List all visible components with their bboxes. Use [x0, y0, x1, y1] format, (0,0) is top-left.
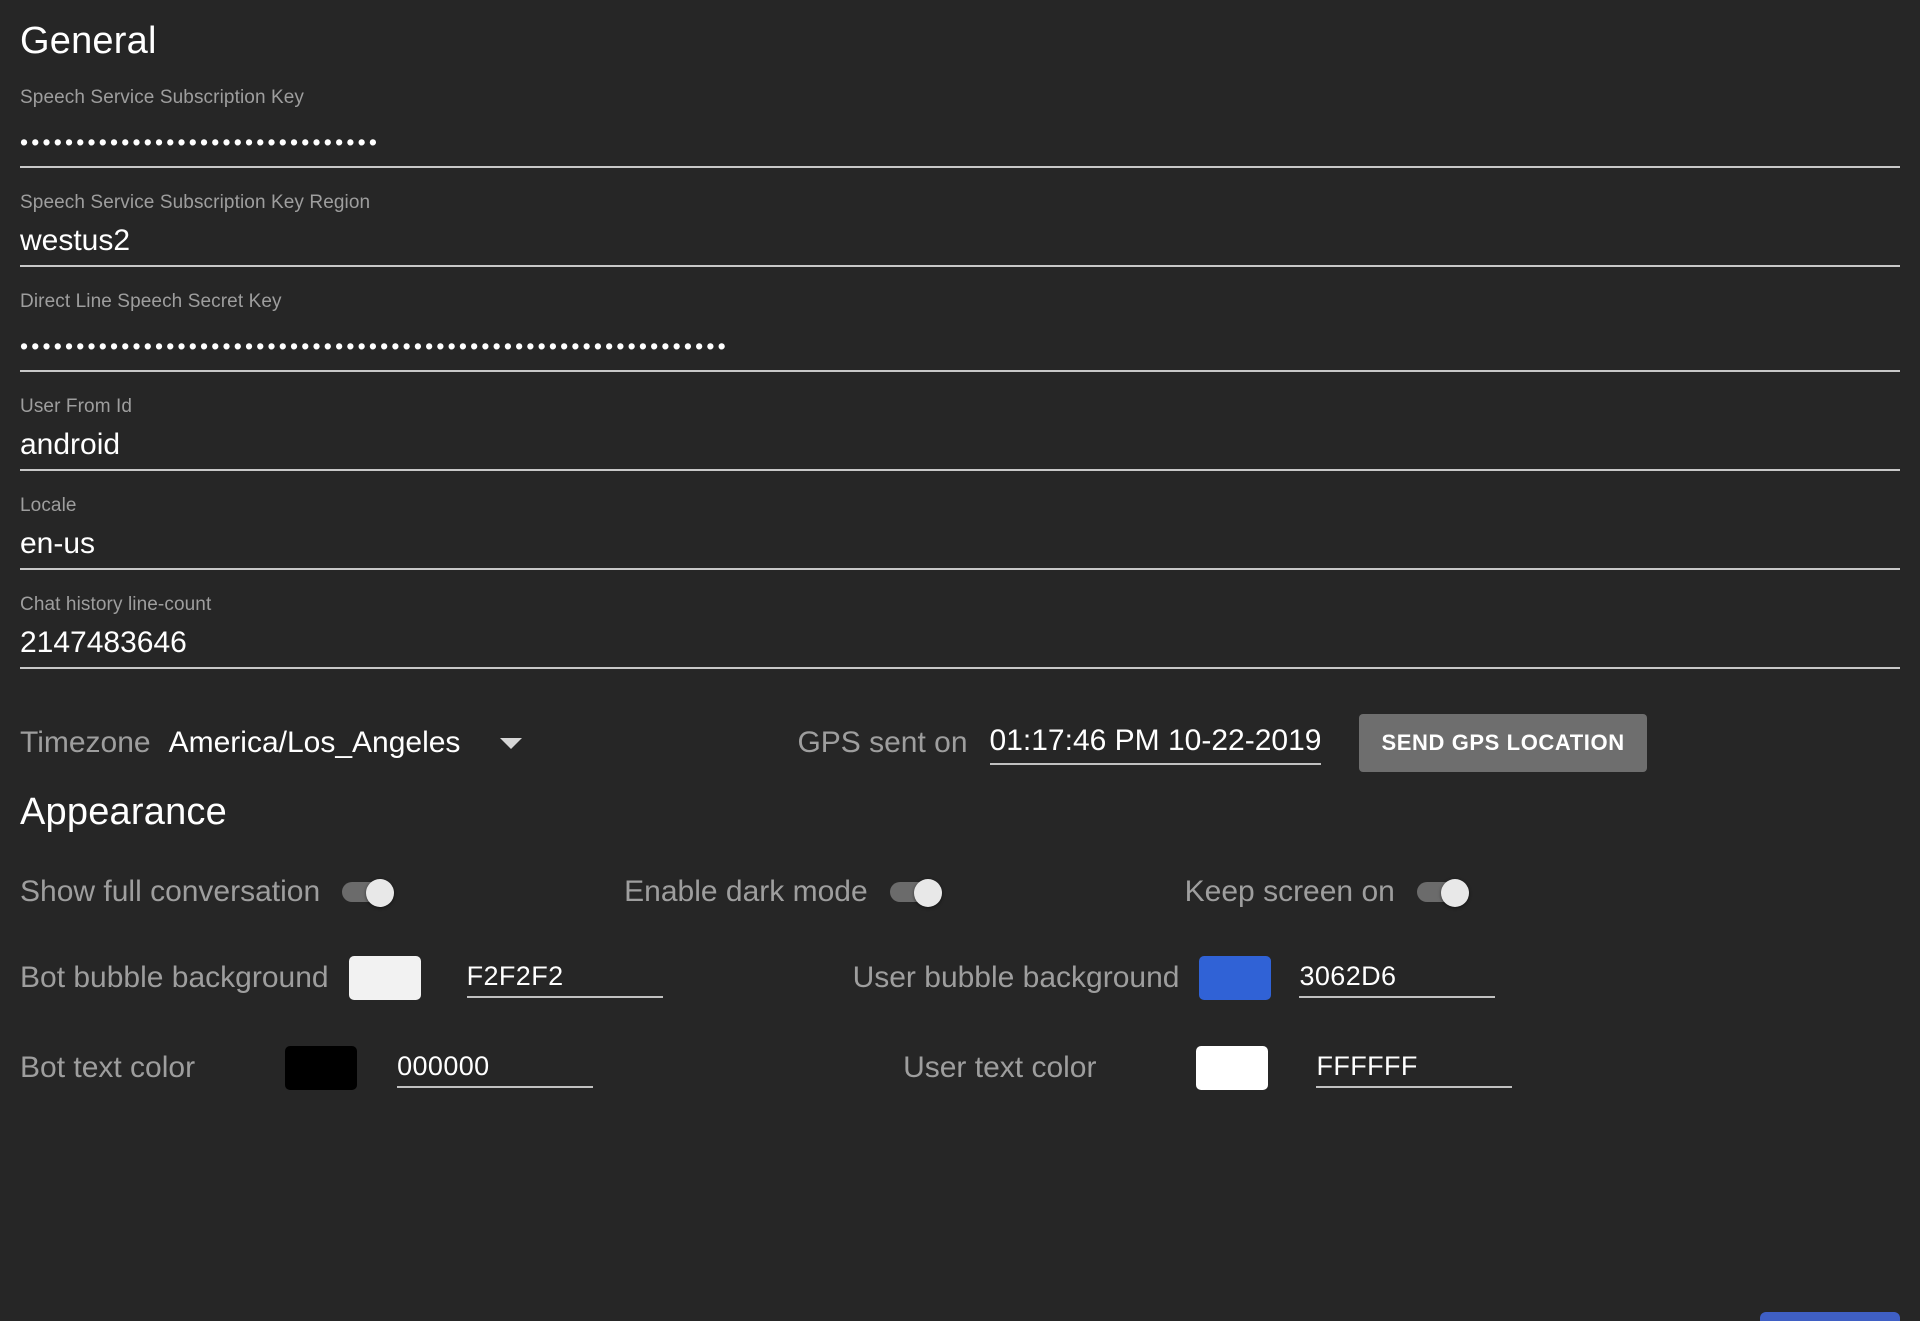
color-item-user-text-color: User text color FFFFFF: [903, 1046, 1513, 1090]
switch-knob: [913, 879, 942, 907]
color-label: User bubble background: [852, 961, 1180, 994]
color-item-bot-text-color: Bot text color 000000: [20, 1046, 594, 1090]
chevron-down-icon: [500, 737, 523, 749]
gps-timestamp-value: 01:17:46 PM 10-22-2019: [989, 724, 1322, 757]
gps-group: GPS sent on 01:17:46 PM 10-22-2019 SEND …: [797, 714, 1647, 772]
timezone-value: America/Los_Angeles: [168, 726, 461, 759]
timezone-gps-row: Timezone America/Los_Angeles GPS sent on…: [20, 713, 1900, 773]
field-underline: [20, 166, 1900, 168]
toggle-keep-screen-on[interactable]: Keep screen on: [1185, 875, 1469, 909]
color-label: Bot text color: [20, 1051, 196, 1084]
bottom-action-button[interactable]: [1760, 1312, 1900, 1321]
hex-value: F2F2F2: [466, 961, 564, 991]
switch-keep-screen-on[interactable]: [1416, 879, 1469, 907]
toggle-label: Enable dark mode: [624, 875, 868, 908]
field-underline: [20, 667, 1900, 669]
speech-key-region-input[interactable]: westus2: [20, 214, 1900, 262]
color-item-bot-bubble-background: Bot bubble background F2F2F2: [20, 956, 663, 1000]
field-speech-key-region: Speech Service Subscription Key Region w…: [20, 192, 1900, 267]
field-speech-subscription-key: Speech Service Subscription Key ••••••••…: [20, 87, 1900, 168]
toggle-label: Show full conversation: [20, 875, 321, 908]
field-underline: [20, 265, 1900, 267]
timezone-group: Timezone America/Los_Angeles: [20, 726, 523, 760]
field-underline: [989, 763, 1322, 765]
field-underline: [20, 568, 1900, 570]
field-direct-line-secret-key: Direct Line Speech Secret Key ••••••••••…: [20, 291, 1900, 372]
direct-line-secret-key-input[interactable]: ••••••••••••••••••••••••••••••••••••••••…: [20, 313, 1900, 367]
timezone-label: Timezone: [20, 726, 151, 759]
chat-history-line-count-input[interactable]: 2147483646: [20, 616, 1900, 664]
switch-show-full-conversation[interactable]: [342, 879, 395, 907]
field-underline: [1316, 1086, 1513, 1088]
bot-bubble-hex-field[interactable]: F2F2F2: [466, 958, 663, 998]
toggle-show-full-conversation[interactable]: Show full conversation: [20, 875, 395, 909]
color-label: User text color: [903, 1051, 1097, 1084]
field-underline: [466, 996, 663, 998]
user-bubble-hex-field[interactable]: 3062D6: [1299, 958, 1496, 998]
bot-text-hex-field[interactable]: 000000: [397, 1048, 594, 1088]
toggle-label: Keep screen on: [1184, 875, 1395, 908]
bot-text-color-swatch[interactable]: [285, 1046, 358, 1090]
field-underline: [397, 1086, 594, 1088]
hex-value: 3062D6: [1299, 961, 1397, 991]
switch-knob: [1440, 879, 1469, 907]
settings-screen: General Speech Service Subscription Key …: [0, 0, 1920, 1321]
color-label: Bot bubble background: [20, 961, 329, 994]
send-gps-location-button[interactable]: SEND GPS LOCATION: [1359, 714, 1647, 772]
field-underline: [20, 469, 1900, 471]
general-section-title: General: [20, 20, 157, 62]
user-bubble-color-swatch[interactable]: [1199, 956, 1272, 1000]
timezone-dropdown[interactable]: America/Los_Angeles: [169, 726, 523, 760]
field-label: User From Id: [20, 396, 133, 417]
appearance-section-title: Appearance: [20, 791, 227, 833]
user-text-hex-field[interactable]: FFFFFF: [1316, 1048, 1513, 1088]
locale-input[interactable]: en-us: [20, 517, 1900, 565]
hex-value: 000000: [397, 1051, 490, 1081]
user-from-id-input[interactable]: android: [20, 418, 1900, 466]
field-user-from-id: User From Id android: [20, 396, 1900, 471]
switch-enable-dark-mode[interactable]: [889, 879, 942, 907]
gps-sent-on-label: GPS sent on: [797, 726, 968, 759]
bot-bubble-color-swatch[interactable]: [348, 956, 421, 1000]
text-color-row: Bot text color 000000 User text color FF…: [20, 1040, 1900, 1096]
field-underline: [20, 370, 1900, 372]
toggle-enable-dark-mode[interactable]: Enable dark mode: [624, 875, 942, 909]
color-item-user-bubble-background: User bubble background 3062D6: [853, 956, 1496, 1000]
appearance-toggles-row: Show full conversation Enable dark mode …: [20, 868, 1900, 916]
field-label: Direct Line Speech Secret Key: [20, 291, 282, 312]
user-text-color-swatch[interactable]: [1196, 1046, 1269, 1090]
field-label: Locale: [20, 495, 77, 516]
speech-subscription-key-input[interactable]: ••••••••••••••••••••••••••••••••: [20, 109, 1900, 163]
field-locale: Locale en-us: [20, 495, 1900, 570]
field-label: Speech Service Subscription Key: [20, 87, 305, 108]
field-underline: [1299, 996, 1496, 998]
field-label: Chat history line-count: [20, 594, 212, 615]
field-label: Speech Service Subscription Key Region: [20, 192, 371, 213]
gps-timestamp-field[interactable]: 01:17:46 PM 10-22-2019: [989, 721, 1322, 765]
field-chat-history-line-count: Chat history line-count 2147483646: [20, 594, 1900, 669]
bubble-background-color-row: Bot bubble background F2F2F2 User bubble…: [20, 950, 1900, 1006]
switch-knob: [366, 879, 395, 907]
hex-value: FFFFFF: [1316, 1051, 1418, 1081]
